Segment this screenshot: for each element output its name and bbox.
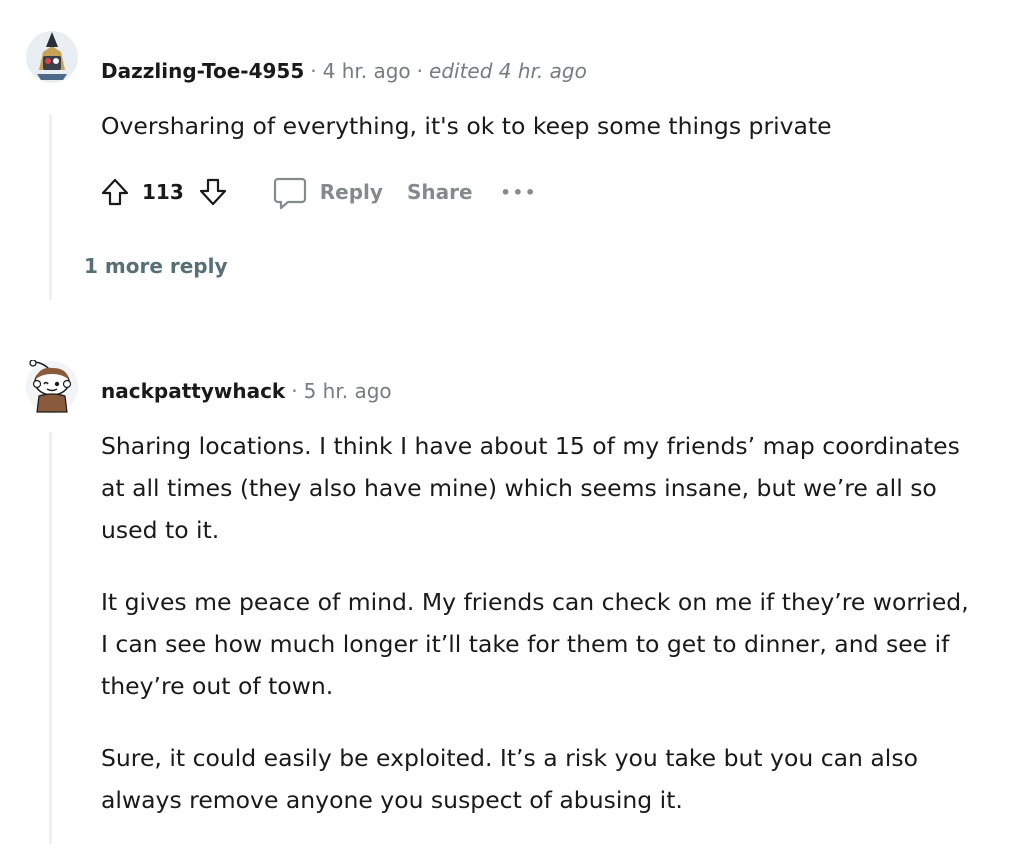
comment-actions: 113 Reply Share •••: [98, 170, 537, 214]
comment-timestamp[interactable]: 4 hr. ago: [323, 59, 411, 83]
reply-button[interactable]: Reply: [270, 172, 383, 212]
edited-label: edited 4 hr. ago: [429, 59, 587, 83]
meta-separator: ·: [291, 379, 298, 403]
comment-author[interactable]: nackpattywhack: [101, 379, 285, 403]
comment-paragraph: Oversharing of everything, it's ok to ke…: [101, 112, 832, 140]
downvote-icon[interactable]: [196, 175, 230, 209]
thread-line[interactable]: [49, 114, 52, 300]
comment-body: Sharing locations. I think I have about …: [101, 425, 981, 851]
more-options-button[interactable]: •••: [501, 183, 538, 202]
vote-count: 113: [142, 180, 184, 204]
comment-paragraph: Sure, it could easily be exploited. It’s…: [101, 744, 918, 814]
share-button[interactable]: Share: [407, 180, 473, 204]
share-label: Share: [406, 180, 473, 204]
comment-meta: Dazzling-Toe-4955 · 4 hr. ago · edited 4 hr.…: [101, 57, 587, 85]
more-options-icon: •••: [500, 182, 538, 202]
robot-knight-avatar[interactable]: [25, 30, 79, 84]
reply-label: Reply: [319, 180, 383, 204]
comment-bubble-icon: [273, 177, 306, 210]
comment-body: Oversharing of everything, it's ok to ke…: [101, 105, 981, 177]
upvote-icon[interactable]: [98, 175, 132, 209]
snoo-avatar[interactable]: [25, 360, 79, 414]
meta-separator: ·: [310, 59, 317, 83]
meta-separator: ·: [416, 59, 424, 83]
comment-paragraph: Sharing locations. I think I have about …: [101, 432, 960, 544]
comment-meta: nackpattywhack · 5 hr. ago: [101, 377, 392, 405]
comment-paragraph: It gives me peace of mind. My friends ca…: [101, 588, 969, 700]
thread-line[interactable]: [49, 432, 52, 844]
comment-author[interactable]: Dazzling-Toe-4955: [101, 59, 304, 83]
comment-timestamp[interactable]: 5 hr. ago: [304, 379, 392, 403]
more-replies-link[interactable]: 1 more reply: [84, 254, 228, 278]
